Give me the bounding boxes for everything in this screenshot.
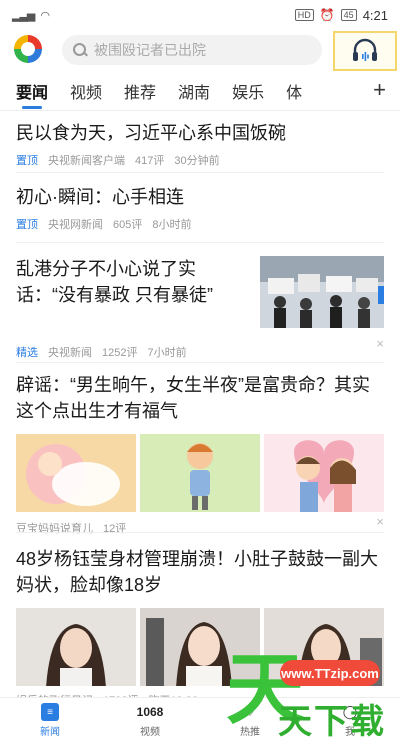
add-channel-button[interactable]: +	[373, 76, 386, 104]
alarm-icon: ⏰	[319, 8, 335, 22]
news-title[interactable]: 民以食为天，习近平心系中国饭碗	[16, 120, 384, 146]
dismiss-icon[interactable]: ×	[376, 336, 384, 351]
clock: 4:21	[362, 7, 388, 23]
site-watermark: 天 www.TTzip.com 天下载	[198, 650, 398, 743]
tab-headlines[interactable]: 要闻	[16, 79, 48, 109]
pinned-tag: 置顶	[16, 155, 38, 167]
hd-badge: HD	[294, 9, 314, 21]
tab-recommend[interactable]: 推荐	[124, 79, 156, 103]
news-icon: ≡	[41, 703, 59, 721]
news-source: 豆宝妈妈说育儿	[16, 523, 93, 535]
news-meta: 置顶 央视网新闻 605评 8小时前	[16, 216, 384, 232]
cartoon-baby-image[interactable]	[16, 434, 136, 512]
nav-news-label: 新闻	[40, 727, 60, 738]
cartoon-boy-image[interactable]	[140, 434, 260, 512]
tab-sports[interactable]: 体	[286, 79, 302, 103]
comment-count: 1252评	[102, 347, 138, 359]
feed-divider	[16, 532, 384, 533]
news-source: 央视新闻客户端	[48, 155, 125, 167]
nav-video[interactable]: 1068 视频	[100, 698, 200, 743]
tab-video[interactable]: 视频	[70, 79, 102, 103]
cartoon-couple-image[interactable]	[264, 434, 384, 512]
search-row	[0, 30, 400, 72]
tabs-divider	[0, 110, 400, 111]
tabs-fade	[336, 76, 366, 106]
signal-icon: ▂▃▅	[12, 9, 35, 22]
news-time: 7小时前	[147, 347, 187, 359]
audio-button[interactable]	[333, 31, 397, 71]
news-time: 8小时前	[152, 219, 192, 231]
news-title[interactable]: 辟谣：“男生晌午，女生半夜”是富贵命？其实这个点出生才有福气	[16, 372, 384, 424]
app-logo-icon[interactable]	[14, 35, 42, 63]
nav-news[interactable]: ≡ 新闻	[0, 698, 100, 743]
status-bar: ▂▃▅ ◠ HD ⏰ 45 4:21	[0, 0, 400, 30]
feed-divider	[16, 362, 384, 363]
headphones-icon	[353, 38, 377, 61]
news-item[interactable]: 民以食为天，习近平心系中国饭碗 置顶 央视新闻客户端 417评 30分钟前	[16, 120, 384, 168]
battery-icon: 45	[340, 9, 357, 21]
news-item[interactable]: 初心·瞬间：心手相连 置顶 央视网新闻 605评 8小时前	[16, 184, 384, 232]
search-icon	[72, 42, 88, 58]
search-box[interactable]	[62, 35, 322, 65]
news-title[interactable]: 48岁杨钰莹身材管理崩溃！小肚子鼓鼓一副大妈状，脸却像18岁	[16, 546, 384, 598]
feed-divider	[16, 172, 384, 173]
watermark-url: www.TTzip.com	[280, 660, 380, 686]
feed-divider	[16, 242, 384, 243]
news-thumbnail[interactable]	[260, 256, 384, 328]
comment-count: 417评	[135, 155, 165, 167]
video-icon: 1068	[136, 705, 164, 719]
news-meta: 置顶 央视新闻客户端 417评 30分钟前	[16, 152, 384, 168]
watermark-text: 天下载	[278, 703, 386, 741]
news-meta: 豆宝妈妈说育儿 12评	[16, 520, 384, 536]
tab-hunan[interactable]: 湖南	[178, 79, 210, 103]
news-item[interactable]: 乱港分子不小心说了实话：“没有暴政 只有暴徒” 精选 央视新闻 1252评 7小…	[16, 256, 384, 359]
channel-tabs: 要闻 视频 推荐 湖南 娱乐 体 +	[0, 76, 400, 109]
news-title[interactable]: 初心·瞬间：心手相连	[16, 184, 384, 210]
comment-count: 605评	[113, 219, 143, 231]
news-source: 央视新闻	[48, 347, 92, 359]
news-source: 央视网新闻	[48, 219, 103, 231]
nav-video-label: 视频	[140, 727, 160, 738]
dismiss-icon[interactable]: ×	[376, 514, 384, 529]
news-time: 30分钟前	[174, 155, 220, 167]
celebrity-photo-1[interactable]	[16, 608, 136, 686]
news-title[interactable]: 乱港分子不小心说了实话：“没有暴政 只有暴徒”	[16, 256, 246, 308]
featured-tag: 精选	[16, 347, 38, 359]
status-right: HD ⏰ 45 4:21	[294, 7, 388, 23]
pinned-tag: 置顶	[16, 219, 38, 231]
search-input[interactable]	[94, 42, 314, 58]
status-left: ▂▃▅ ◠	[12, 9, 50, 22]
tab-entertainment[interactable]: 娱乐	[232, 79, 264, 103]
news-meta: 精选 央视新闻 1252评 7小时前	[16, 344, 187, 360]
wifi-icon: ◠	[40, 9, 50, 22]
comment-count: 12评	[103, 523, 127, 535]
image-row	[16, 434, 384, 512]
protest-scene-image	[260, 256, 384, 328]
news-item[interactable]: 辟谣：“男生晌午，女生半夜”是富贵命？其实这个点出生才有福气 豆宝妈妈说育儿 1…	[16, 372, 384, 535]
